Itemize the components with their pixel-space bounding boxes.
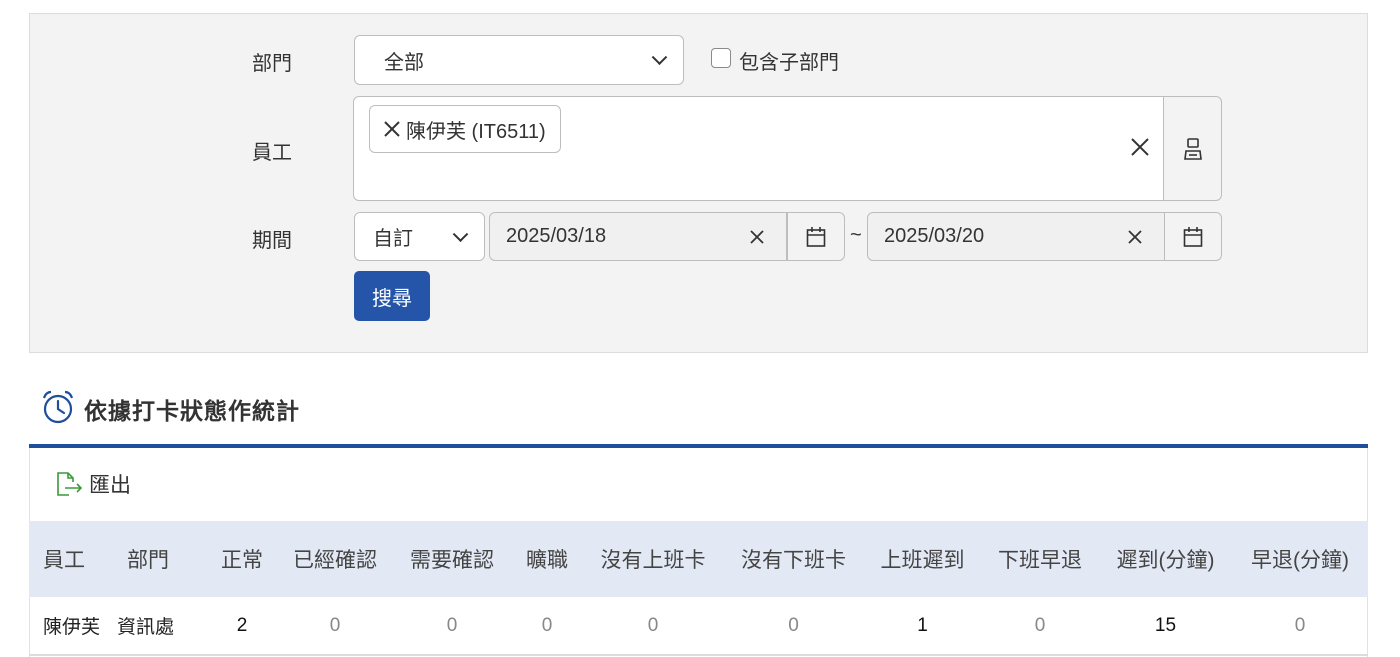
column-header[interactable]: 早退(分鐘) bbox=[1232, 521, 1368, 597]
column-header[interactable]: 員工 bbox=[29, 521, 117, 597]
include-sub-department-checkbox[interactable] bbox=[711, 48, 731, 68]
cell-no-clock-in: 0 bbox=[583, 597, 723, 656]
cell-late: 1 bbox=[864, 597, 981, 656]
end-date-input[interactable]: 2025/03/20 bbox=[867, 212, 1165, 261]
cell-absent: 0 bbox=[511, 597, 583, 656]
export-label: 匯出 bbox=[89, 474, 131, 497]
person-select-icon bbox=[1183, 137, 1202, 160]
cell-confirmed: 0 bbox=[277, 597, 393, 656]
export-button[interactable]: 匯出 bbox=[55, 469, 131, 499]
chip-remove-icon[interactable] bbox=[382, 119, 402, 139]
section-title: 依據打卡狀態作統計 bbox=[84, 398, 300, 424]
table-header-row: 員工 部門 正常 已經確認 需要確認 曠職 沒有上班卡 沒有下班卡 上班遲到 下… bbox=[29, 521, 1368, 597]
export-icon bbox=[57, 472, 83, 496]
cell-early-leave: 0 bbox=[981, 597, 1099, 656]
column-header[interactable]: 下班早退 bbox=[981, 521, 1099, 597]
date-range-separator: ~ bbox=[850, 224, 862, 246]
cell-need-confirm: 0 bbox=[393, 597, 511, 656]
start-date-value: 2025/03/18 bbox=[506, 225, 607, 247]
employee-picker-button[interactable] bbox=[1163, 96, 1222, 201]
end-date-calendar-button[interactable] bbox=[1164, 212, 1222, 261]
table-row: 陳伊芙 資訊處 2 0 0 0 0 0 1 0 15 0 bbox=[29, 597, 1368, 656]
calendar-icon bbox=[1183, 226, 1203, 247]
column-header[interactable]: 部門 bbox=[117, 521, 207, 597]
column-header[interactable]: 需要確認 bbox=[393, 521, 511, 597]
chevron-down-icon bbox=[651, 49, 668, 66]
employee-input[interactable]: 陳伊芙 (IT6511) bbox=[353, 96, 1164, 201]
column-header[interactable]: 遲到(分鐘) bbox=[1099, 521, 1232, 597]
column-header[interactable]: 正常 bbox=[207, 521, 277, 597]
include-sub-department-label: 包含子部門 bbox=[739, 52, 839, 74]
start-date-input[interactable]: 2025/03/18 bbox=[489, 212, 787, 261]
column-header[interactable]: 沒有上班卡 bbox=[583, 521, 723, 597]
cell-no-clock-out: 0 bbox=[723, 597, 864, 656]
cell-department: 資訊處 bbox=[117, 597, 207, 656]
column-header[interactable]: 曠職 bbox=[511, 521, 583, 597]
period-label: 期間 bbox=[252, 230, 292, 252]
column-header[interactable]: 沒有下班卡 bbox=[723, 521, 864, 597]
department-label: 部門 bbox=[252, 53, 292, 75]
close-icon[interactable] bbox=[1129, 136, 1151, 158]
close-icon[interactable] bbox=[748, 228, 766, 246]
column-header[interactable]: 已經確認 bbox=[277, 521, 393, 597]
column-header[interactable]: 上班遲到 bbox=[864, 521, 981, 597]
stats-table: 員工 部門 正常 已經確認 需要確認 曠職 沒有上班卡 沒有下班卡 上班遲到 下… bbox=[29, 521, 1368, 656]
end-date-value: 2025/03/20 bbox=[884, 225, 985, 247]
employee-chip-label: 陳伊芙 (IT6511) bbox=[406, 120, 546, 143]
employee-label: 員工 bbox=[252, 142, 292, 164]
alarm-clock-icon bbox=[42, 390, 74, 424]
cell-normal: 2 bbox=[207, 597, 277, 656]
employee-chip: 陳伊芙 (IT6511) bbox=[369, 105, 561, 153]
start-date-calendar-button[interactable] bbox=[787, 212, 845, 261]
period-mode-select[interactable]: 自訂 bbox=[354, 212, 485, 261]
cell-late-minutes: 15 bbox=[1099, 597, 1232, 656]
chevron-down-icon bbox=[452, 225, 469, 242]
cell-employee[interactable]: 陳伊芙 bbox=[29, 597, 117, 656]
cell-early-minutes: 0 bbox=[1232, 597, 1368, 656]
close-icon[interactable] bbox=[1126, 228, 1144, 246]
search-button[interactable]: 搜尋 bbox=[354, 271, 430, 321]
department-select[interactable]: 全部 bbox=[354, 35, 684, 85]
period-mode-value: 自訂 bbox=[373, 228, 413, 250]
department-value: 全部 bbox=[384, 51, 424, 74]
calendar-icon bbox=[806, 226, 826, 247]
